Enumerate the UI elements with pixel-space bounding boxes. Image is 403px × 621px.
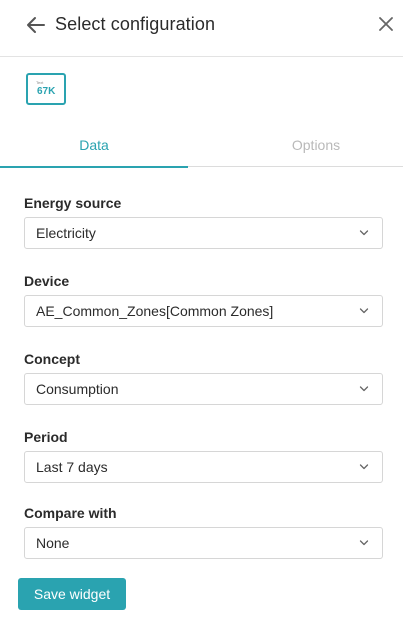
device-label: Device [24, 273, 70, 289]
concept-select[interactable]: Consumption [24, 373, 383, 405]
chevron-down-icon [359, 230, 369, 236]
tab-bar: Data Options [0, 123, 403, 168]
tab-options[interactable]: Options [222, 123, 403, 167]
widget-preview-small-label: Text [36, 80, 44, 85]
back-button[interactable] [24, 13, 48, 37]
arrow-left-icon [27, 17, 45, 33]
tab-data[interactable]: Data [0, 123, 188, 168]
period-value: Last 7 days [36, 459, 108, 475]
period-select[interactable]: Last 7 days [24, 451, 383, 483]
concept-value: Consumption [36, 381, 119, 397]
chevron-down-icon [359, 308, 369, 314]
device-value: AE_Common_Zones[Common Zones] [36, 303, 274, 319]
compare-with-select[interactable]: None [24, 527, 383, 559]
page-title: Select configuration [55, 14, 216, 34]
compare-with-value: None [36, 535, 70, 551]
widget-preview-thumbnail[interactable]: Text 67K [26, 73, 66, 105]
concept-label: Concept [24, 351, 80, 367]
panel-header: Select configuration [0, 0, 403, 57]
energy-source-label: Energy source [24, 195, 122, 211]
configuration-panel: Select configuration Text 67K Data Optio… [0, 0, 403, 621]
period-label: Period [24, 429, 68, 445]
chevron-down-icon [359, 386, 369, 392]
save-widget-button[interactable]: Save widget [18, 578, 126, 610]
chevron-down-icon [359, 464, 369, 470]
close-button[interactable] [374, 12, 398, 36]
energy-source-select[interactable]: Electricity [24, 217, 383, 249]
close-icon [379, 17, 393, 31]
chevron-down-icon [359, 540, 369, 546]
compare-with-label: Compare with [24, 505, 117, 521]
device-select[interactable]: AE_Common_Zones[Common Zones] [24, 295, 383, 327]
widget-preview-value: 67K [37, 86, 56, 97]
energy-source-value: Electricity [36, 225, 96, 241]
